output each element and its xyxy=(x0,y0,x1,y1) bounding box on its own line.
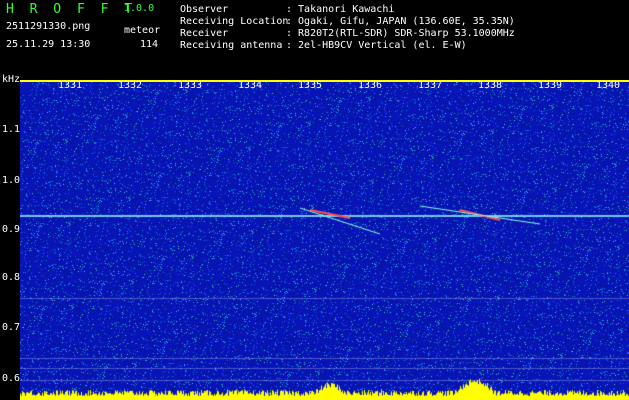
info-key-location: Receiving Location xyxy=(180,16,289,27)
freq-tick: 1.0 xyxy=(2,175,21,186)
time-tick: 1334 xyxy=(238,80,263,91)
time-tick: 1339 xyxy=(538,80,563,91)
info-value-location: : Ogaki, Gifu, JAPAN (136.60E, 35.35N) xyxy=(286,16,515,27)
image-filename: 2511291330.png xyxy=(6,21,91,32)
info-value-receiver: : R820T2(RTL-SDR) SDR-Sharp 53.1000MHz xyxy=(286,28,515,39)
spectrogram-canvas xyxy=(20,82,629,400)
header-panel: H R O F F T 1.0.0 2511291330.png meteor … xyxy=(0,0,629,80)
observation-datetime: 25.11.29 13:30 xyxy=(6,39,91,50)
time-tick: 1332 xyxy=(118,80,143,91)
app-version: 1.0.0 xyxy=(124,3,155,14)
frequency-unit-label: kHz xyxy=(2,74,21,85)
info-key-observer: Observer xyxy=(180,4,229,15)
app-name: H R O F F T xyxy=(6,2,137,17)
info-value-observer: : Takanori Kawachi xyxy=(286,4,395,15)
meteor-label: meteor xyxy=(124,25,161,36)
freq-tick: 0.6 xyxy=(2,373,21,384)
freq-tick: 1.1 xyxy=(2,124,21,135)
info-key-antenna: Receiving antenna xyxy=(180,40,283,51)
meteor-count: 114 xyxy=(140,39,159,50)
freq-tick: 0.8 xyxy=(2,272,21,283)
time-tick: 1337 xyxy=(418,80,443,91)
time-tick: 1335 xyxy=(298,80,323,91)
time-tick: 1333 xyxy=(178,80,203,91)
time-tick: 1331 xyxy=(58,80,83,91)
info-key-receiver: Receiver xyxy=(180,28,229,39)
freq-tick: 0.9 xyxy=(2,224,21,235)
time-tick: 1340 xyxy=(596,80,621,91)
info-value-antenna: : 2el-HB9CV Vertical (el. E-W) xyxy=(286,40,467,51)
time-tick: 1338 xyxy=(478,80,503,91)
freq-tick: 0.7 xyxy=(2,322,21,333)
time-tick: 1336 xyxy=(358,80,383,91)
